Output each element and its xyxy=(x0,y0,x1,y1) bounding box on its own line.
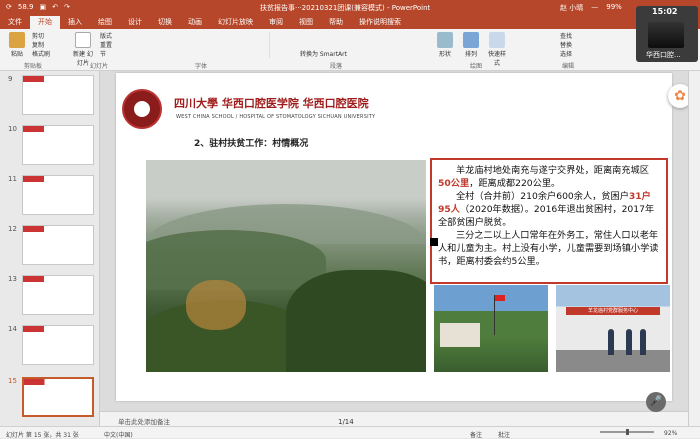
page-indicator: 1/14 xyxy=(338,418,354,426)
tab-animations[interactable]: 动画 xyxy=(180,16,210,29)
paste-icon xyxy=(9,32,25,48)
paragraph-population: 全村（合并前）210余户600余人，贫困户31户95人（2020年数据）。201… xyxy=(438,191,655,228)
font-controls[interactable] xyxy=(140,32,270,58)
copy-button[interactable]: 复制 xyxy=(32,41,50,50)
replace-button[interactable]: 替换 xyxy=(560,41,572,50)
select-button[interactable]: 选择 xyxy=(560,50,572,59)
title-bar: ⟳ 58.9 ▣ ↶ ↷ 扶贫报告事···20210321团课(兼容模式) - … xyxy=(0,0,700,16)
participant-name: 华西口腔... xyxy=(646,51,681,59)
thumb-number: 12 xyxy=(8,225,17,233)
paragraph-label: 段落 xyxy=(330,63,343,70)
paragraph-residents: 三分之二以上人口常年在外务工，常住人口以老年人和儿童为主。村上没有小学，儿童需要… xyxy=(438,230,659,267)
status-bar: 幻灯片 第 15 张，共 31 张 中文(中国) 备注 批注 92% xyxy=(0,426,700,439)
tab-file[interactable]: 文件 xyxy=(0,16,30,29)
arrange-button[interactable]: 排列 xyxy=(460,32,482,58)
service-center-sign: 羊龙庙村党群服务中心 xyxy=(566,307,660,315)
university-name-cn: 四川大學 华西口腔医学院 华西口腔医院 xyxy=(174,97,369,110)
slide-thumbnail[interactable] xyxy=(22,175,94,215)
slide-thumbnail-panel[interactable]: 9 10 11 12 13 14 15 xyxy=(0,71,100,426)
find-button[interactable]: 查找 xyxy=(560,32,572,41)
save-icon[interactable]: ▣ xyxy=(39,3,46,11)
slide-thumbnail[interactable] xyxy=(22,325,94,365)
undo-icon[interactable]: ↶ xyxy=(52,3,58,11)
battery-status: 99% xyxy=(606,3,622,11)
clipboard-label: 剪贴板 xyxy=(24,63,43,70)
format-painter-button[interactable]: 格式刷 xyxy=(32,50,50,59)
thumb-number: 10 xyxy=(8,125,17,133)
tab-transitions[interactable]: 切换 xyxy=(150,16,180,29)
slide-thumbnail[interactable] xyxy=(22,125,94,165)
autosave-value: 58.9 xyxy=(17,3,34,11)
ribbon-tabs: 文件 开始 插入 绘图 设计 切换 动画 幻灯片放映 审阅 视图 帮助 操作说明… xyxy=(0,16,700,29)
new-slide-icon xyxy=(75,32,91,48)
paragraph-location: 羊龙庙村地处南充与遂宁交界处，距离南充城区50公里，距离成都220公里。 xyxy=(438,165,649,189)
autosave-icon[interactable]: ⟳ xyxy=(6,3,12,11)
slide-thumbnail-selected[interactable] xyxy=(22,377,94,417)
vertical-scrollbar[interactable] xyxy=(688,71,700,426)
slide-thumbnail[interactable] xyxy=(22,225,94,265)
tab-home[interactable]: 开始 xyxy=(30,16,60,29)
drawing-label: 绘图 xyxy=(470,63,483,70)
reset-button[interactable]: 重置 xyxy=(100,41,112,50)
paragraph-controls[interactable]: 转换为 SmartArt xyxy=(300,32,420,58)
microphone-icon[interactable]: 🎤 xyxy=(646,392,666,412)
village-flag-photo[interactable] xyxy=(434,285,548,372)
notes-pane[interactable]: 单击此处添加备注 xyxy=(100,411,688,426)
service-center-photo[interactable]: 羊龙庙村党群服务中心 xyxy=(556,285,670,372)
tab-help[interactable]: 帮助 xyxy=(321,16,351,29)
slide-thumbnail[interactable] xyxy=(22,275,94,315)
thumb-number: 13 xyxy=(8,275,17,283)
tell-me-search[interactable]: 操作说明搜索 xyxy=(351,16,409,29)
bullet-marker xyxy=(430,238,438,246)
zoom-slider[interactable] xyxy=(600,429,654,435)
landscape-photo[interactable] xyxy=(146,160,426,372)
tab-design[interactable]: 设计 xyxy=(120,16,150,29)
font-label: 字体 xyxy=(195,63,208,70)
slide-thumbnail[interactable] xyxy=(22,75,94,115)
ribbon-home: 粘贴 剪切 复制 格式刷 剪贴板 新建 幻灯片 版式 重置 节 幻灯片 字体 转… xyxy=(0,29,700,71)
redo-icon[interactable]: ↷ xyxy=(64,3,70,11)
tab-view[interactable]: 视图 xyxy=(291,16,321,29)
tab-slideshow[interactable]: 幻灯片放映 xyxy=(210,16,261,29)
thumb-number: 9 xyxy=(8,75,13,83)
convert-smartart-button[interactable]: 转换为 SmartArt xyxy=(300,50,420,59)
current-slide[interactable]: 四川大學 华西口腔医学院 华西口腔医院 WEST CHINA SCHOOL / … xyxy=(116,73,672,401)
slide-canvas: 四川大學 华西口腔医学院 华西口腔医院 WEST CHINA SCHOOL / … xyxy=(100,71,688,411)
shapes-icon xyxy=(437,32,453,48)
minimize-icon[interactable]: — xyxy=(591,3,598,13)
university-name-en: WEST CHINA SCHOOL / HOSPITAL OF STOMATOL… xyxy=(176,114,376,120)
village-info-textbox[interactable]: 羊龙庙村地处南充与遂宁交界处，距离南充城区50公里，距离成都220公里。 全村（… xyxy=(430,158,668,284)
tab-review[interactable]: 审阅 xyxy=(261,16,291,29)
quick-styles-icon xyxy=(489,32,505,48)
layout-button[interactable]: 版式 xyxy=(100,32,112,41)
tab-draw[interactable]: 绘图 xyxy=(90,16,120,29)
cut-button[interactable]: 剪切 xyxy=(32,32,50,41)
zoom-level[interactable]: 92% xyxy=(664,430,677,437)
clock: 15:02 xyxy=(652,7,678,16)
user-name[interactable]: 赵 小晴 xyxy=(560,3,583,13)
video-call-overlay[interactable]: 15:02 华西口腔... xyxy=(636,6,698,62)
slide-heading: 2、驻村扶贫工作：村情概况 xyxy=(194,139,309,149)
thumb-number: 11 xyxy=(8,175,17,183)
paste-button[interactable]: 粘贴 xyxy=(6,32,28,58)
quick-styles-button[interactable]: 快速样式 xyxy=(486,32,508,67)
tab-insert[interactable]: 插入 xyxy=(60,16,90,29)
thumb-number: 15 xyxy=(8,377,17,385)
editing-label: 编辑 xyxy=(562,63,575,70)
university-logo xyxy=(122,89,162,129)
thumb-number: 14 xyxy=(8,325,17,333)
participant-video xyxy=(648,22,684,48)
shapes-button[interactable]: 形状 xyxy=(434,32,456,58)
arrange-icon xyxy=(463,32,479,48)
document-title: 扶贫报告事···20210321团课(兼容模式) - PowerPoint xyxy=(260,4,431,12)
slides-label: 幻灯片 xyxy=(90,63,109,70)
notes-placeholder: 单击此处添加备注 xyxy=(118,418,170,426)
section-button[interactable]: 节 xyxy=(100,50,112,59)
